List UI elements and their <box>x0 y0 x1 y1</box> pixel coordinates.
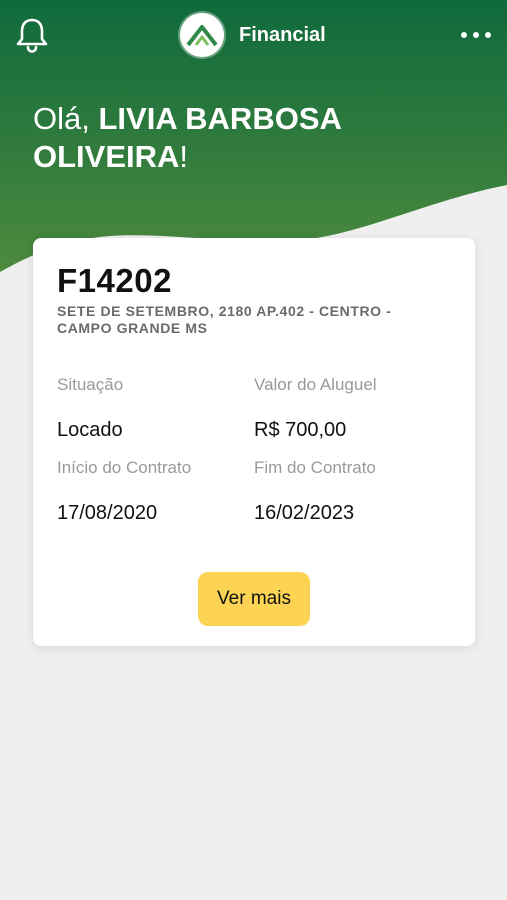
bell-icon[interactable] <box>14 16 50 54</box>
fim-value: 16/02/2023 <box>254 502 355 524</box>
ver-mais-button[interactable]: Ver mais <box>198 572 310 626</box>
roof-logo-icon <box>180 13 224 57</box>
top-bar: Financial <box>0 0 507 70</box>
aluguel-value: R$ 700,00 <box>254 419 347 441</box>
property-code: F14202 <box>57 262 172 299</box>
greeting-text: Olá, LIVIA BARBOSA OLIVEIRA! <box>33 100 473 176</box>
app-name: Financial <box>239 23 326 46</box>
situacao-value: Locado <box>57 419 123 441</box>
inicio-label: Início do Contrato <box>57 458 192 477</box>
fim-label: Fim do Contrato <box>254 458 376 477</box>
property-card: F14202 SETE DE SETEMBRO, 2180 AP.402 - C… <box>33 238 475 646</box>
more-dots-icon[interactable] <box>461 26 491 44</box>
greeting-suffix: ! <box>179 139 189 174</box>
greeting-prefix: Olá, <box>33 101 99 136</box>
app-brand: Financial <box>180 12 326 58</box>
inicio-value: 17/08/2020 <box>57 502 158 524</box>
property-address: SETE DE SETEMBRO, 2180 AP.402 - CENTRO -… <box>57 303 392 336</box>
situacao-label: Situação <box>57 375 124 394</box>
aluguel-label: Valor do Aluguel <box>254 375 377 394</box>
